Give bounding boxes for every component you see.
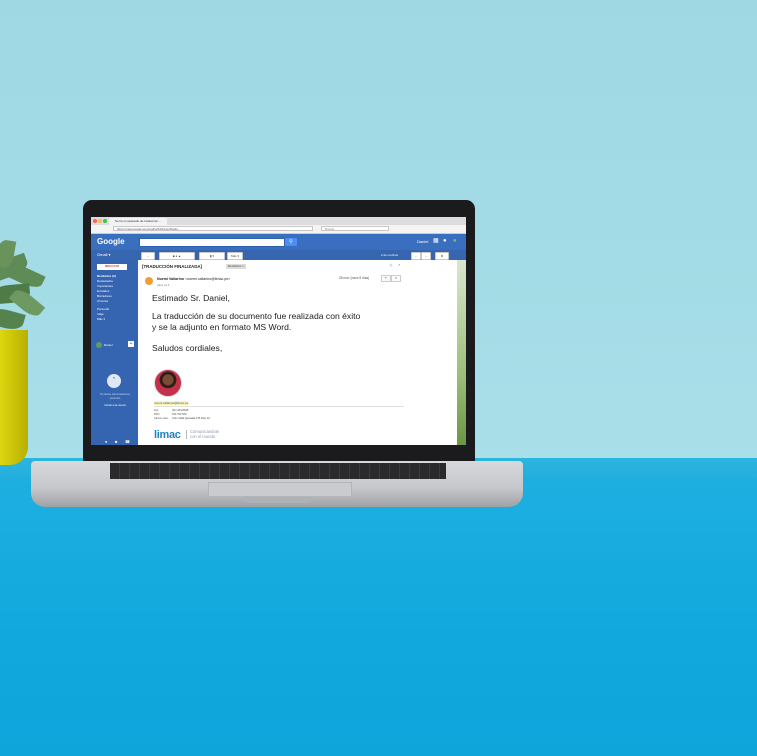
- desk-surface: [0, 478, 757, 756]
- new-hangout-button[interactable]: +: [128, 341, 134, 347]
- hangouts-user[interactable]: Daniel: [104, 343, 113, 347]
- row-label: Santa Luisa:: [154, 417, 169, 420]
- archive-report-delete-buttons[interactable]: ■ ● ▲: [159, 252, 195, 260]
- close-window-icon[interactable]: [93, 219, 97, 223]
- chevron-right-icon: ›: [425, 254, 427, 258]
- reply-icon: ↶: [384, 276, 388, 280]
- search-icon: ⚲: [289, 239, 293, 245]
- laptop-keyboard: [110, 463, 446, 479]
- signature-divider: [154, 406, 404, 407]
- row-label: RPC:: [154, 413, 161, 416]
- back-button[interactable]: ←: [141, 252, 155, 260]
- next-page-button[interactable]: ›: [421, 252, 431, 260]
- gmail-search-input[interactable]: [139, 238, 285, 247]
- trash-icon: ■ ● ▲: [172, 254, 182, 258]
- browser-tab-bar: Se ha completado de traducción...: [91, 217, 466, 225]
- phone-icon[interactable]: ☎: [125, 439, 130, 444]
- notifications-icon[interactable]: ●: [443, 238, 449, 244]
- move-label-buttons[interactable]: ▮ ▾: [199, 252, 225, 260]
- sidebar-item-circles[interactable]: Círculos: [97, 299, 108, 303]
- open-new-window-icon[interactable]: ↗: [395, 263, 403, 268]
- hangouts-start-link[interactable]: Iniciar una nueva: [95, 403, 135, 407]
- chevron-left-icon: ‹: [415, 254, 417, 258]
- minimize-window-icon[interactable]: [98, 219, 102, 223]
- print-icon[interactable]: ⎙: [387, 263, 395, 268]
- laptop-notch: [244, 497, 312, 503]
- chevron-down-icon: ▾: [395, 276, 397, 280]
- settings-button[interactable]: ⚙: [435, 252, 449, 260]
- laptop-screen: Se ha completado de traducción... https:…: [91, 217, 466, 445]
- gmail-header: Google ⚲ Daniel ▦ ● ●: [91, 234, 466, 250]
- sidebar-item-drafts[interactable]: Borradores: [97, 294, 112, 298]
- hangouts-bubble-icon: ”: [107, 374, 121, 388]
- signature-row-phone: Fijo: (01) 344-8635: [154, 409, 188, 412]
- address-bar[interactable]: https://mail.google.com/mail/u/0/#inbox/…: [113, 226, 313, 231]
- laptop-trackpad: [208, 482, 352, 497]
- user-name[interactable]: Daniel: [417, 239, 428, 244]
- avatar[interactable]: ●: [453, 238, 459, 244]
- google-logo[interactable]: Google: [97, 237, 125, 246]
- message-date: 28 mar. (hace 8 días): [339, 276, 370, 280]
- gear-icon: ⚙: [440, 254, 444, 258]
- sidebar-item-personal[interactable]: Personal: [97, 307, 109, 311]
- hangouts-empty-note: No tienes conversaciones recientes: [100, 393, 130, 400]
- hangouts-avatar[interactable]: [96, 342, 102, 348]
- sidebar-item-important[interactable]: Importantes: [97, 284, 113, 288]
- signature-row-rpc: RPC: 913 762 624: [154, 413, 186, 416]
- signature-row-address: Santa Luisa: Jirón Vidal Quesada 376 Piso…: [154, 417, 210, 420]
- prev-page-button[interactable]: ‹: [411, 252, 421, 260]
- more-button[interactable]: Más ▾: [227, 252, 243, 260]
- compose-button[interactable]: REDACTAR: [97, 264, 127, 270]
- signature-email[interactable]: noemi.vallarino@limac.pe: [154, 401, 189, 405]
- message-closing: Saludos cordiales,: [152, 343, 223, 353]
- sender-line: Noemi Vallarino <noemi.vallarino@limac.p…: [157, 277, 230, 281]
- message-body-line-2: y se la adjunto en formato MS Word.: [152, 322, 292, 332]
- message-subject: [TRADUCCIÓN FINALIZADA]: [142, 264, 202, 269]
- more-actions-button[interactable]: ▾: [391, 275, 401, 282]
- chat-icon[interactable]: ■: [115, 439, 117, 444]
- apps-grid-icon[interactable]: ▦: [433, 238, 439, 244]
- folder-icon: ▮ ▾: [210, 254, 214, 258]
- side-panel-strip: [457, 260, 466, 445]
- sidebar-item-starred[interactable]: Destacados: [97, 279, 113, 283]
- message-body-line-1: La traducción de su documento fue realiz…: [152, 311, 361, 321]
- recipient-line[interactable]: para mí ▾: [157, 283, 170, 287]
- sidebar-item-sent[interactable]: Enviados: [97, 289, 109, 293]
- row-label: Fijo:: [154, 409, 159, 412]
- plus-icon: +: [129, 341, 133, 347]
- pagination-count: 2 de muchos: [381, 253, 399, 257]
- signature-photo: [154, 369, 182, 397]
- maximize-window-icon[interactable]: [103, 219, 107, 223]
- browser-tab[interactable]: Se ha completado de traducción...: [109, 218, 167, 225]
- sidebar-item-travel[interactable]: Viaje: [97, 312, 104, 316]
- limac-logo: limac: [154, 429, 181, 441]
- limac-slogan: Comunicándote con el mundo: [186, 429, 219, 440]
- plant-pot: [0, 330, 28, 465]
- message-greeting: Estimado Sr. Daniel,: [152, 293, 230, 303]
- slogan-line-2: con el mundo: [190, 433, 216, 439]
- sender-name: Noemi Vallarino: [157, 277, 184, 281]
- sender-email: <noemi.vallarino@limac.pe>: [184, 277, 231, 281]
- sidebar-item-inbox[interactable]: Recibidos (3): [97, 274, 116, 278]
- inbox-label-chip[interactable]: Recibidos ×: [226, 264, 246, 269]
- search-button[interactable]: ⚲: [285, 238, 297, 246]
- row-value: (01) 344-8635: [172, 409, 189, 412]
- person-icon[interactable]: ●: [105, 439, 107, 444]
- gmail-app-label[interactable]: Gmail ▾: [97, 252, 111, 257]
- arrow-left-icon: ←: [146, 254, 150, 258]
- sidebar-item-more[interactable]: Más ▾: [97, 317, 105, 321]
- row-value: 913 762 624: [172, 413, 187, 416]
- reply-button[interactable]: ↶: [381, 275, 391, 282]
- row-value: Jirón Vidal Quesada 376 Piso 10: [172, 417, 210, 420]
- browser-search-box[interactable]: Buscar: [321, 226, 389, 231]
- browser-toolbar: https://mail.google.com/mail/u/0/#inbox/…: [91, 225, 466, 234]
- sender-avatar: [145, 277, 153, 285]
